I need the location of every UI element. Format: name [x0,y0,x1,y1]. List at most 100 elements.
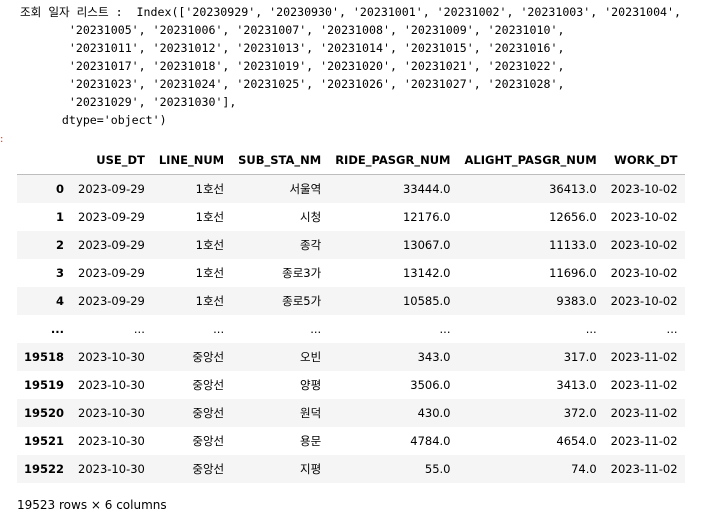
table-cell: ... [310,322,322,336]
table-cell: 2023-11-02 [610,406,678,420]
table-cell: 지평 [300,462,322,476]
table-cell: 1호선 [195,182,225,196]
table-cell: 용문 [300,434,322,448]
row-index: 1 [56,210,65,224]
table-cell: 2023-09-29 [78,182,145,196]
index-header [17,146,72,175]
table-row: 4 2023-09-29 1호선 종로5가 10585.0 9383.0 2023-10-0… [17,287,685,315]
table-row: 19519 2023-10-30 중앙선 양평 3506.0 3413.0 2023-11-… [17,371,685,399]
table-cell: 10585.0 [402,294,451,308]
row-index: 19520 [24,406,65,420]
table-cell: 3413.0 [556,378,597,392]
table-cell: 2023-10-30 [78,350,145,364]
table-cell: 11696.0 [549,266,597,280]
table-cell: 13067.0 [402,238,451,252]
table-cell: 종각 [300,238,322,252]
table-cell: 중앙선 [192,406,225,420]
table-cell: 2023-11-02 [610,378,678,392]
table-cell: 2023-10-02 [610,182,678,196]
stream-output-line: 조회 일자 리스트 : Index(['20230929', '20230930… [20,5,681,19]
table-cell: 1호선 [195,210,225,224]
table-header: USE_DT LINE_NUM SUB_STA_NM RIDE_PASGR_NUM AL… [17,146,685,175]
table-cell: 4784.0 [410,434,451,448]
table-cell: 중앙선 [192,378,225,392]
table-cell: 2023-09-29 [78,238,145,252]
table-cell: ... [133,322,145,336]
dataframe-shape-summary: 19523 rows × 6 columns [17,498,167,512]
table-cell: 36413.0 [549,182,597,196]
table-cell: 2023-10-30 [78,462,145,476]
table-cell: 1호선 [195,266,225,280]
table-cell: 종로3가 [282,266,322,280]
table-cell: 2023-10-30 [78,378,145,392]
table-cell: 2023-09-29 [78,210,145,224]
table-cell: 중앙선 [192,462,225,476]
dataframe-table: USE_DT LINE_NUM SUB_STA_NM RIDE_PASGR_NUM AL… [17,146,685,483]
row-index: 19521 [24,434,65,448]
stream-output-line: '20231023', '20231024', '20231025', '202… [20,77,565,91]
stream-output-line: '20231029', '20231030'], [20,95,237,109]
table-cell: 4654.0 [556,434,597,448]
stream-output-line: '20231017', '20231018', '20231019', '202… [20,59,565,73]
table-cell: 12176.0 [402,210,451,224]
table-cell: ... [213,322,225,336]
table-cell: 1호선 [195,238,225,252]
table-cell: 1호선 [195,294,225,308]
table-cell: 3506.0 [410,378,451,392]
table-cell: 2023-09-29 [78,294,145,308]
table-cell: 372.0 [563,406,597,420]
table-cell: 2023-10-30 [78,434,145,448]
row-index: 2 [56,238,65,252]
output-prompt-marker: : [0,134,4,145]
table-cell: 11133.0 [549,238,597,252]
table-row: 2 2023-09-29 1호선 종각 13067.0 11133.0 2023-10-02 [17,231,685,259]
table-cell: 오빈 [300,350,322,364]
table-cell: 317.0 [563,350,597,364]
table-cell: 2023-09-29 [78,266,145,280]
table-cell: 2023-11-02 [610,462,678,476]
table-cell: 2023-10-02 [610,238,678,252]
row-index: 19519 [24,378,65,392]
table-cell: 시청 [300,210,322,224]
row-index: 19522 [24,462,65,476]
table-row: 1 2023-09-29 1호선 시청 12176.0 12656.0 2023-10-02 [17,203,685,231]
column-header: WORK_DT [603,146,685,175]
table-cell: ... [439,322,451,336]
table-cell: 2023-11-02 [610,350,678,364]
table-cell: 2023-10-30 [78,406,145,420]
stream-output-line: '20231011', '20231012', '20231013', '202… [20,41,565,55]
table-row: 19518 2023-10-30 중앙선 오빈 343.0 317.0 2023-11-02 [17,343,685,371]
table-cell: 2023-11-02 [610,434,678,448]
table-cell: 2023-10-02 [610,266,678,280]
table-cell: 33444.0 [402,182,451,196]
table-cell: 양평 [300,378,322,392]
header-row: USE_DT LINE_NUM SUB_STA_NM RIDE_PASGR_NUM AL… [17,146,685,175]
table-row: 0 2023-09-29 1호선 서울역 33444.0 36413.0 2023-10-0… [17,174,685,203]
table-cell: 343.0 [417,350,451,364]
table-cell: 9383.0 [556,294,597,308]
table-row: 19520 2023-10-30 중앙선 원덕 430.0 372.0 2023-11-02 [17,399,685,427]
table-row: 3 2023-09-29 1호선 종로3가 13142.0 11696.0 2023-10-… [17,259,685,287]
table-cell: 중앙선 [192,350,225,364]
column-header: ALIGHT_PASGR_NUM [457,146,604,175]
table-row: ..................... [17,315,685,343]
table-body: 0 2023-09-29 1호선 서울역 33444.0 36413.0 2023-10-0… [17,174,685,483]
table-cell: 13142.0 [402,266,451,280]
table-row: 19522 2023-10-30 중앙선 지평 55.0 74.0 2023-11-02 [17,455,685,483]
column-header: LINE_NUM [151,146,232,175]
table-cell: 12656.0 [549,210,597,224]
table-cell: ... [585,322,597,336]
row-index: 4 [56,294,65,308]
table-cell: 2023-10-02 [610,210,678,224]
table-cell: 2023-10-02 [610,294,678,308]
table-cell: 55.0 [424,462,451,476]
row-index: ... [50,322,65,336]
stream-output-line: '20231005', '20231006', '20231007', '202… [20,23,565,37]
column-header: SUB_STA_NM [231,146,329,175]
row-index: 3 [56,266,65,280]
table-cell: 종로5가 [282,294,322,308]
row-index: 19518 [24,350,65,364]
table-cell: 430.0 [417,406,451,420]
table-cell: 중앙선 [192,434,225,448]
column-header: RIDE_PASGR_NUM [328,146,458,175]
